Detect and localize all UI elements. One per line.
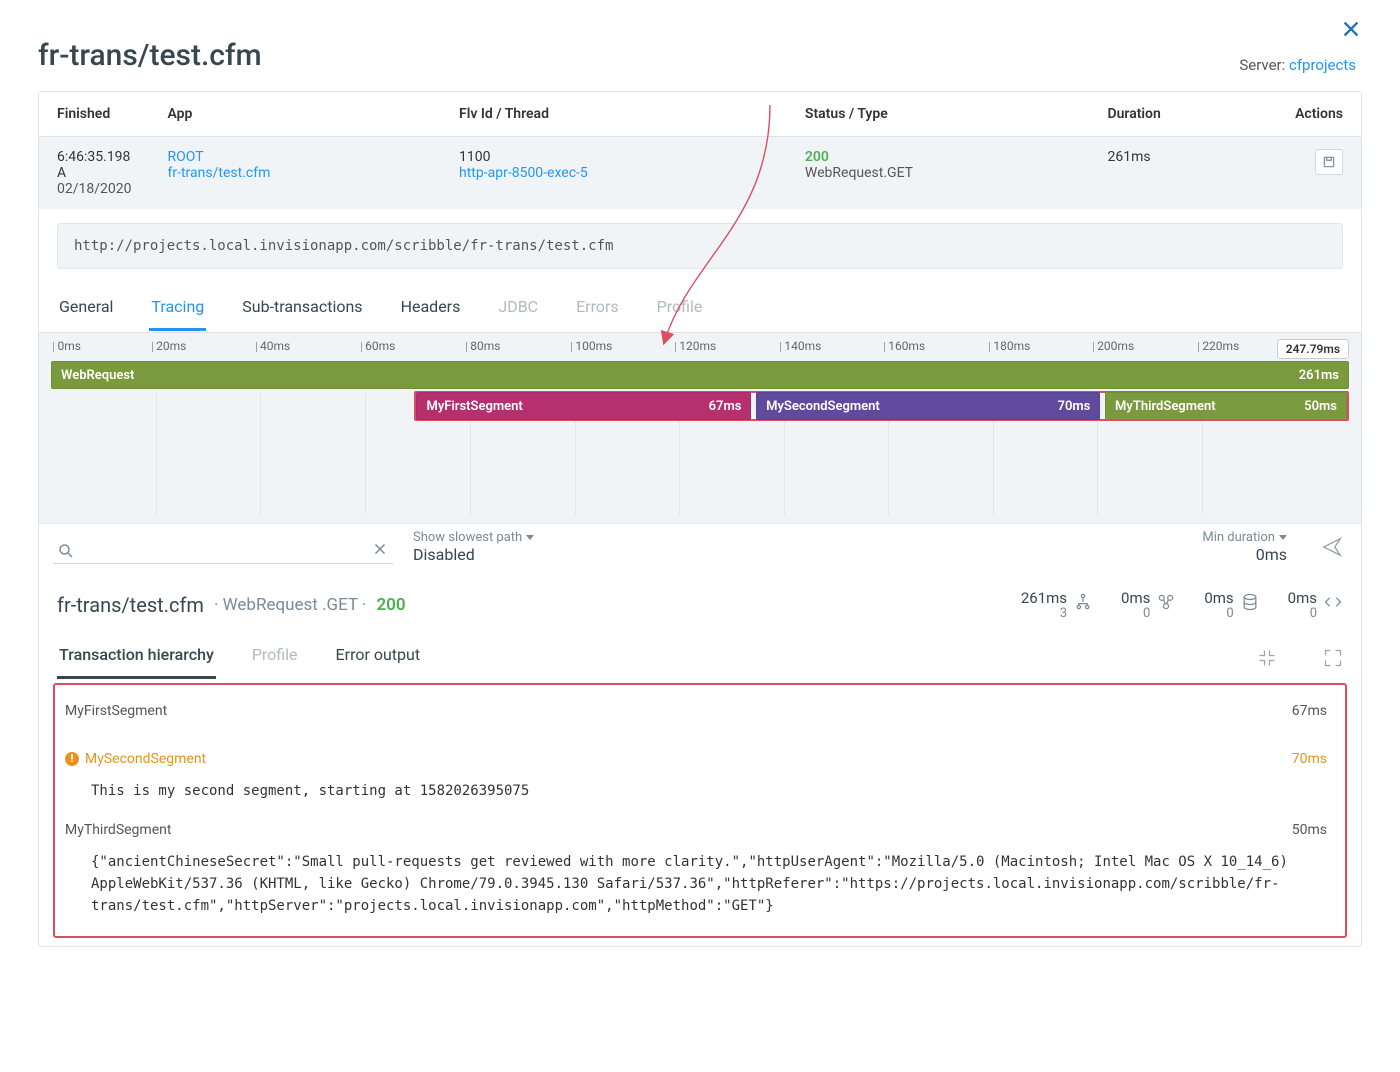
segment-highlight-box: MyFirstSegment67ms MySecondSegment70ms M… — [414, 391, 1349, 421]
tab-general[interactable]: General — [57, 287, 115, 331]
server-label: Server: cfprojects — [1239, 56, 1356, 74]
col-duration: Duration — [1089, 92, 1277, 137]
finished-time: 6:46:35.198 A — [57, 149, 132, 181]
thread-link[interactable]: http-apr-8500-exec-5 — [459, 165, 588, 181]
summary-meta: · WebRequest .GET · — [214, 595, 367, 615]
overview-table: Finished App Flv Id / Thread Status / Ty… — [39, 92, 1361, 209]
tick-200: 200ms — [1097, 339, 1134, 353]
send-icon[interactable] — [1321, 536, 1343, 558]
code-icon — [1323, 592, 1343, 612]
server-link[interactable]: cfprojects — [1289, 56, 1356, 74]
tab-headers[interactable]: Headers — [399, 287, 463, 331]
tick-end: 247.79ms — [1277, 339, 1349, 359]
page-title: fr-trans/test.cfm — [38, 38, 1362, 73]
app-name-link[interactable]: ROOT — [168, 149, 204, 165]
tab-tracing[interactable]: Tracing — [149, 287, 206, 331]
summary-title: fr-trans/test.cfm — [57, 593, 204, 617]
bar-segment-2[interactable]: MySecondSegment70ms — [756, 392, 1100, 420]
chevron-down-icon — [1279, 535, 1287, 540]
slowest-path-filter[interactable]: Show slowest path Disabled — [413, 530, 534, 564]
app-path-link[interactable]: fr-trans/test.cfm — [168, 165, 271, 181]
segment-body: This is my second segment, starting at 1… — [91, 781, 1327, 803]
subtab-error-output[interactable]: Error output — [334, 637, 423, 679]
tick-100: 100ms — [575, 339, 612, 353]
collapse-icon[interactable] — [1257, 648, 1277, 668]
summary-status: 200 — [376, 595, 405, 615]
warning-icon: ! — [65, 752, 79, 766]
bar-segment-3[interactable]: MyThirdSegment50ms — [1105, 392, 1347, 420]
hierarchy-row[interactable]: MyFirstSegment 67ms — [65, 703, 1327, 719]
cluster-icon — [1156, 592, 1176, 612]
hierarchy-panel: MyFirstSegment 67ms !MySecondSegment 70m… — [53, 683, 1347, 938]
tick-140: 140ms — [784, 339, 821, 353]
tick-40: 40ms — [260, 339, 290, 353]
request-type: WebRequest.GET — [805, 165, 1072, 181]
stat-api: 0ms0 — [1121, 590, 1176, 621]
tab-profile: Profile — [655, 287, 705, 331]
save-icon — [1322, 155, 1336, 169]
subtab-hierarchy[interactable]: Transaction hierarchy — [57, 637, 216, 679]
tick-120: 120ms — [679, 339, 716, 353]
timeline: 0ms 20ms 40ms 60ms 80ms 100ms 120ms 140m… — [39, 332, 1361, 523]
clear-icon[interactable] — [371, 540, 389, 558]
expand-icon[interactable] — [1323, 648, 1343, 668]
filter-row: Show slowest path Disabled Min duration … — [39, 523, 1361, 572]
col-flvid: Flv Id / Thread — [441, 92, 787, 137]
status-code: 200 — [805, 149, 1072, 165]
segment-body: {"ancientChineseSecret":"Small pull-requ… — [91, 852, 1327, 917]
tick-180: 180ms — [993, 339, 1030, 353]
tab-errors: Errors — [574, 287, 621, 331]
tab-jdbc: JDBC — [496, 287, 540, 331]
overview-panel: Finished App Flv Id / Thread Status / Ty… — [38, 91, 1362, 947]
main-tabs: General Tracing Sub-transactions Headers… — [39, 287, 1361, 332]
stat-db: 0ms0 — [1204, 590, 1259, 621]
tick-80: 80ms — [470, 339, 500, 353]
search-box — [53, 534, 393, 564]
duration-cell: 261ms — [1089, 137, 1277, 210]
tick-160: 160ms — [888, 339, 925, 353]
tree-icon — [1073, 592, 1093, 612]
hierarchy-row[interactable]: MyThirdSegment 50ms — [65, 822, 1327, 838]
sub-tabs: Transaction hierarchy Profile Error outp… — [39, 625, 1361, 679]
bar-webrequest[interactable]: WebRequest 261ms — [51, 361, 1349, 389]
tick-220: 220ms — [1202, 339, 1239, 353]
action-button[interactable] — [1315, 149, 1343, 175]
bar-segment-1[interactable]: MyFirstSegment67ms — [416, 392, 751, 420]
chevron-down-icon — [526, 535, 534, 540]
col-actions: Actions — [1277, 92, 1361, 137]
tab-subtransactions[interactable]: Sub-transactions — [240, 287, 364, 331]
stat-ext: 0ms0 — [1288, 590, 1343, 621]
search-icon — [57, 542, 75, 560]
table-row: 6:46:35.198 A 02/18/2020 ROOT fr-trans/t… — [39, 137, 1361, 210]
min-duration-filter[interactable]: Min duration 0ms — [1202, 530, 1287, 564]
hierarchy-row[interactable]: !MySecondSegment 70ms — [65, 751, 1327, 767]
stat-time: 261ms3 — [1021, 590, 1093, 621]
close-icon[interactable] — [1340, 18, 1362, 40]
tick-20: 20ms — [156, 339, 186, 353]
col-app: App — [150, 92, 442, 137]
database-icon — [1240, 592, 1260, 612]
search-input[interactable] — [53, 534, 393, 564]
col-status: Status / Type — [787, 92, 1090, 137]
tick-0: 0ms — [57, 339, 80, 353]
col-finished: Finished — [39, 92, 150, 137]
subtab-profile: Profile — [250, 637, 300, 679]
flv-id: 1100 — [459, 149, 769, 165]
finished-date: 02/18/2020 — [57, 181, 132, 197]
tick-60: 60ms — [365, 339, 395, 353]
transaction-summary: fr-trans/test.cfm · WebRequest .GET · 20… — [39, 572, 1361, 625]
url-bar: http://projects.local.invisionapp.com/sc… — [57, 223, 1343, 269]
